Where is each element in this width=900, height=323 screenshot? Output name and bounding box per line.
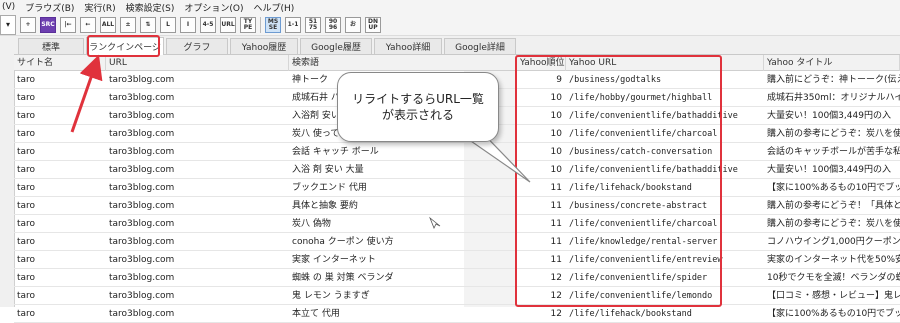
table-row[interactable]: taro taro3blog.com 本立て 代用 12/life/lifehack/… xyxy=(14,305,900,323)
cell-site: taro xyxy=(17,309,36,319)
callout-line-2: が表示される xyxy=(381,108,454,122)
red-arrow-icon xyxy=(70,54,103,133)
cell-keyword: 本立て 代用 xyxy=(292,309,340,319)
annotation-arrows xyxy=(70,54,531,229)
cell-rank: 12 xyxy=(550,309,562,319)
callout-line-1: リライトするらURL一覧 xyxy=(352,92,484,106)
cell-yurl: /life/lifehack/bookstand xyxy=(569,309,692,319)
callout-bubble: リライトするらURL一覧 が表示される xyxy=(337,72,499,142)
cell-url: taro3blog.com xyxy=(109,309,175,319)
cell-title: 【家に100%あるもの10円でブック xyxy=(767,309,900,319)
mouse-cursor-icon xyxy=(429,216,441,229)
